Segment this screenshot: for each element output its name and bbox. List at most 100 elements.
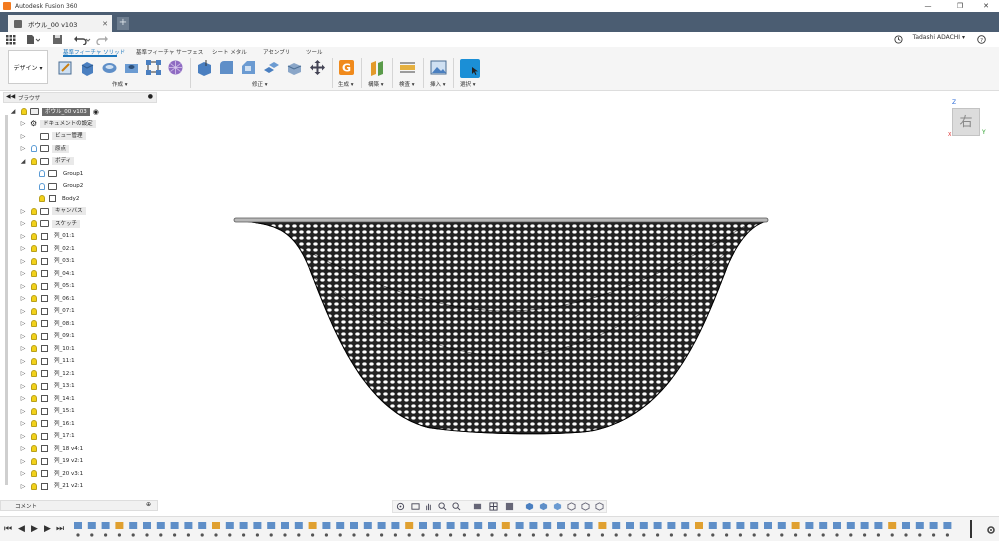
timeline-feature-icon[interactable] [612, 522, 621, 529]
viewcube[interactable]: 右 [952, 108, 980, 136]
timeline-feature-icon[interactable] [322, 522, 331, 529]
browser-tree-item[interactable]: ▷ スケッチ [20, 218, 81, 229]
hole-icon[interactable] [123, 59, 140, 76]
browser-tree-item[interactable]: ▷ 列_16:1 [20, 418, 78, 429]
visibility-bulb-icon[interactable] [31, 245, 37, 252]
timeline-feature-icon[interactable] [764, 522, 772, 529]
expand-toggle-icon[interactable]: ▷ [20, 470, 26, 477]
expand-toggle-icon[interactable]: ▷ [20, 458, 26, 465]
timeline-feature-icon[interactable] [695, 522, 703, 529]
visibility-bulb-icon[interactable] [31, 357, 37, 365]
expand-toggle-icon[interactable]: ▷ [20, 308, 26, 315]
timeline-feature-icon[interactable] [405, 522, 414, 529]
inspect-group-label[interactable]: 検査 ▾ [399, 80, 415, 88]
generate-group-label[interactable]: 生成 ▾ [338, 80, 354, 88]
expand-toggle-icon[interactable]: ▷ [20, 345, 26, 352]
timeline-feature-icon[interactable] [488, 522, 496, 529]
browser-tree-item[interactable]: ▷ 列_17:1 [20, 431, 78, 442]
timeline-next-button[interactable]: ▶ [44, 524, 51, 534]
browser-tree-item[interactable]: ▷ 列_21 v2:1 [20, 481, 86, 492]
timeline-feature-icon[interactable] [377, 522, 386, 529]
insert-image-icon[interactable] [430, 59, 447, 76]
visual-style-icon[interactable] [525, 502, 534, 511]
create-group-label[interactable]: 作成 ▾ [112, 80, 128, 88]
timeline-feature-icon[interactable] [198, 522, 207, 529]
timeline-feature-icon[interactable] [350, 522, 358, 529]
timeline-feature-icon[interactable] [915, 522, 924, 529]
timeline-feature-icon[interactable] [902, 522, 910, 529]
generative-design-icon[interactable]: G [338, 59, 355, 76]
collapse-browser-icon[interactable]: ◀◀ [6, 93, 15, 100]
timeline-feature-icon[interactable] [253, 522, 262, 529]
camera-icon[interactable] [581, 502, 590, 511]
visibility-bulb-icon[interactable] [39, 170, 45, 177]
tree-root[interactable]: ◢ ボウル_00 v103 ◉ [10, 106, 99, 117]
expand-toggle-icon[interactable]: ▷ [20, 383, 26, 390]
browser-tree-item[interactable]: Group1 [28, 168, 86, 179]
viewports-icon[interactable] [505, 502, 514, 511]
visibility-bulb-icon[interactable] [31, 407, 37, 415]
expand-toggle-icon[interactable]: ▷ [20, 283, 26, 290]
browser-tree-item[interactable]: ▷ 列_13:1 [20, 381, 78, 392]
browser-tree-item[interactable]: ▷ 列_08:1 [20, 318, 78, 329]
measure-icon[interactable] [399, 59, 416, 76]
expand-toggle-icon[interactable]: ▷ [20, 233, 26, 240]
timeline-feature-icon[interactable] [708, 522, 717, 529]
expand-toggle-icon[interactable]: ▷ [20, 370, 26, 377]
browser-tree-item[interactable]: ▷ 列_05:1 [20, 281, 78, 292]
undo-icon[interactable] [73, 34, 91, 45]
display-settings-icon[interactable] [473, 502, 482, 511]
visibility-bulb-icon[interactable] [31, 307, 37, 315]
timeline-feature-icon[interactable] [156, 522, 165, 529]
timeline-last-button[interactable]: ⏭ [56, 524, 64, 534]
select-group-label[interactable]: 選択 ▾ [460, 80, 476, 88]
timeline-feature-icon[interactable] [501, 522, 510, 529]
timeline-feature-icon[interactable] [805, 522, 814, 529]
expand-toggle-icon[interactable]: ▷ [20, 420, 26, 427]
browser-tree-item[interactable]: ▷ 列_10:1 [20, 343, 78, 354]
fillet-icon[interactable] [218, 59, 235, 76]
workspace-switcher[interactable]: デザイン ▾ [8, 50, 48, 84]
press-pull-icon[interactable] [196, 59, 213, 76]
expand-toggle-icon[interactable]: ▷ [20, 358, 26, 365]
visibility-bulb-icon[interactable] [31, 282, 37, 290]
timeline-feature-icon[interactable] [750, 522, 759, 529]
expand-toggle-icon[interactable]: ▷ [20, 145, 26, 152]
timeline-feature-icon[interactable] [943, 522, 952, 529]
minimize-button[interactable]: — [914, 0, 942, 12]
timeline-feature-icon[interactable] [225, 522, 234, 529]
visibility-bulb-icon[interactable] [39, 195, 45, 202]
timeline-feature-icon[interactable] [115, 522, 124, 529]
timeline-feature-icon[interactable] [777, 522, 786, 529]
timeline-feature-icon[interactable] [929, 522, 938, 529]
chamfer-icon[interactable] [240, 59, 257, 76]
visibility-bulb-icon[interactable] [31, 207, 37, 215]
expand-toggle-icon[interactable]: ◢ [20, 158, 26, 165]
timeline-feature-icon[interactable] [543, 522, 552, 529]
browser-tree-item[interactable]: ▷ 原点 [20, 143, 70, 154]
timeline-feature-icon[interactable] [391, 522, 400, 529]
expand-toggle-icon[interactable]: ▷ [20, 433, 26, 440]
comments-panel[interactable]: コメント ⊕ [0, 500, 158, 511]
visibility-bulb-icon[interactable] [31, 470, 37, 477]
timeline-feature-icon[interactable] [681, 522, 690, 529]
tab-tools[interactable]: ツール [306, 48, 323, 56]
browser-tree-item[interactable]: ▷ 列_14:1 [20, 393, 78, 404]
object-visibility-icon[interactable] [567, 502, 576, 511]
grid-settings-icon[interactable] [489, 502, 498, 511]
visibility-bulb-icon[interactable] [31, 445, 37, 452]
browser-tree-item[interactable]: ▷ 列_07:1 [20, 306, 78, 317]
timeline-feature-icon[interactable] [598, 522, 607, 529]
expand-toggle-icon[interactable]: ▷ [20, 133, 26, 140]
close-tab-icon[interactable]: ✕ [102, 20, 108, 28]
timeline-feature-icon[interactable] [529, 522, 538, 529]
browser-tree-item[interactable]: Group2 [28, 181, 86, 192]
timeline-feature-icon[interactable] [212, 522, 220, 529]
extrude-icon[interactable] [79, 59, 96, 76]
orbit-icon[interactable] [396, 502, 405, 511]
timeline-settings-gear-icon[interactable] [986, 525, 996, 535]
visibility-bulb-icon[interactable] [31, 395, 37, 402]
timeline-feature-icon[interactable] [791, 522, 800, 529]
redo-icon[interactable] [96, 34, 112, 45]
new-tab-button[interactable]: + [117, 17, 129, 30]
